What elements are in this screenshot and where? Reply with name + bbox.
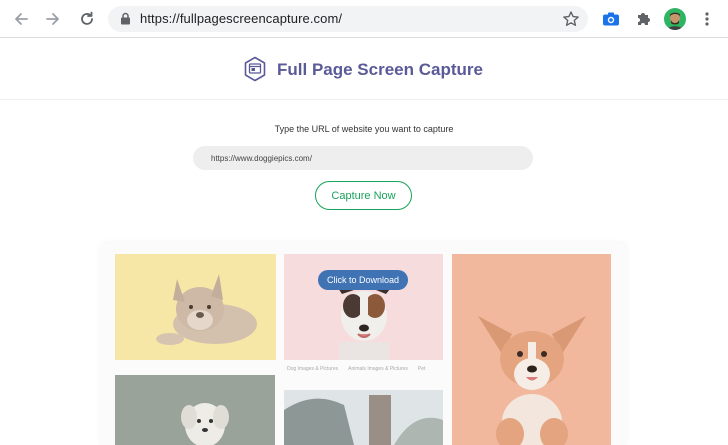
kebab-menu-icon <box>705 12 709 26</box>
browser-menu-button[interactable] <box>696 8 718 30</box>
lock-icon <box>121 12 130 25</box>
reload-icon <box>81 11 93 25</box>
forward-arrow-icon <box>46 13 59 25</box>
extensions-button[interactable] <box>632 8 654 30</box>
reload-button[interactable] <box>76 8 98 30</box>
url-input[interactable] <box>193 146 533 170</box>
capture-now-button[interactable]: Capture Now <box>315 181 412 210</box>
photo-outdoor-dog <box>284 390 443 445</box>
photo-tag[interactable]: Animals Images & Pictures <box>348 366 408 372</box>
photo-tag[interactable]: Dog Images & Pictures <box>287 366 338 372</box>
address-bar[interactable]: https://fullpagescreencapture.com/ <box>108 6 588 32</box>
back-arrow-icon <box>15 13 28 25</box>
photo-corgi-orange <box>452 254 611 445</box>
back-button[interactable] <box>10 8 32 30</box>
logo-icon[interactable] <box>243 56 267 82</box>
puzzle-extension-icon <box>638 13 650 25</box>
address-url: https://fullpagescreencapture.com/ <box>140 11 343 26</box>
profile-avatar[interactable] <box>664 8 686 30</box>
photo-tags: Dog Images & Pictures Animals Images & P… <box>287 366 425 372</box>
site-title[interactable]: Full Page Screen Capture <box>277 60 483 80</box>
click-to-download-button[interactable]: Click to Download <box>318 270 408 290</box>
url-prompt-label: Type the URL of website you want to capt… <box>274 124 454 134</box>
photo-fluffy-dog <box>115 375 275 445</box>
photo-puppy-yellow <box>115 254 276 360</box>
photo-tag[interactable]: Pet <box>418 366 426 372</box>
site-header: Full Page Screen Capture <box>0 38 728 100</box>
browser-toolbar: https://fullpagescreencapture.com/ <box>0 0 728 38</box>
forward-button[interactable] <box>42 8 64 30</box>
star-icon[interactable] <box>562 10 580 28</box>
camera-extension-icon <box>603 12 619 26</box>
camera-extension-button[interactable] <box>600 8 622 30</box>
